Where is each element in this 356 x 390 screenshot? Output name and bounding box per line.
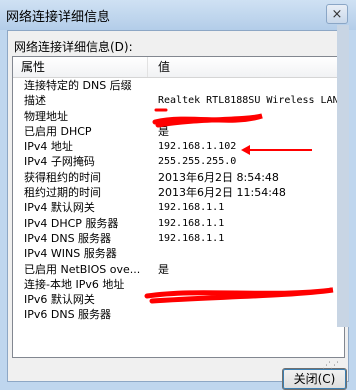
list-header: 属性 值 [13,57,344,78]
list-item[interactable]: IPv4 WINS 服务器 [13,246,344,261]
property-cell: 租约过期的时间 [24,186,101,200]
list-item[interactable]: IPv4 子网掩码 255.255.255.0 [13,154,344,169]
close-icon[interactable]: × [326,4,348,24]
details-label: 网络连接详细信息(D): [14,40,133,54]
property-cell: 获得租约的时间 [24,170,101,184]
list-item[interactable]: IPv4 DNS 服务器 192.168.1.1 [13,231,344,246]
list-item[interactable]: 描述 Realtek RTL8188SU Wireless LAN [13,93,344,108]
property-cell: IPv4 地址 [24,140,73,154]
side-strip [337,25,349,327]
property-cell: 连接特定的 DNS 后缀 [24,79,132,92]
property-cell: 物理地址 [24,109,68,123]
property-cell: 已启用 NetBIOS ove... [24,262,141,276]
property-cell: IPv4 默认网关 [24,201,95,215]
value-cell: 192.168.1.1 [158,202,225,214]
property-cell: 已启用 DHCP [24,124,92,138]
property-cell: IPv4 WINS 服务器 [24,247,117,261]
column-header-property[interactable]: 属性 [13,57,148,77]
property-cell: IPv4 DNS 服务器 [24,231,112,245]
resize-grip-icon[interactable]: ⋰⋰ [322,361,339,371]
details-list[interactable]: 属性 值 连接特定的 DNS 后缀 描述 Realtek RTL8188SU W… [12,56,345,358]
property-cell: IPv4 子网掩码 [24,155,95,169]
value-cell: 255.255.255.0 [158,156,237,168]
list-item[interactable]: 物理地址 [13,109,344,124]
list-item[interactable]: 连接特定的 DNS 后缀 [13,78,344,93]
property-cell: IPv4 DHCP 服务器 [24,216,119,230]
list-item[interactable]: IPv6 默认网关 [13,292,344,307]
list-item[interactable]: IPv4 DHCP 服务器 192.168.1.1 [13,216,344,231]
property-cell: 连接-本地 IPv6 地址 [24,277,125,291]
value-cell: 是 [158,262,169,276]
value-cell: 192.168.1.1 [158,232,225,244]
property-cell: IPv6 DNS 服务器 [24,308,112,322]
property-cell: IPv6 默认网关 [24,293,95,307]
value-cell: 192.168.1.102 [158,141,237,153]
dialog-body: 网络连接详细信息(D): 属性 值 连接特定的 DNS 后缀 描述 Realte… [7,30,349,390]
list-item[interactable]: 租约过期的时间 2013年6月2日 11:54:48 [13,185,344,200]
value-cell: Realtek RTL8188SU Wireless LAN [158,95,339,107]
property-cell: 描述 [24,94,46,108]
list-item[interactable]: 已启用 DHCP 是 [13,124,344,139]
value-cell: 2013年6月2日 11:54:48 [158,186,286,200]
list-item[interactable]: IPv4 地址 192.168.1.102 [13,139,344,154]
network-details-window: 网络连接详细信息 × 网络连接详细信息(D): 属性 值 连接特定的 DNS 后… [0,0,356,390]
value-cell: 2013年6月2日 8:54:48 [158,170,279,184]
list-item[interactable]: IPv6 DNS 服务器 [13,307,344,322]
window-title: 网络连接详细信息 [6,10,111,25]
value-cell: 192.168.1.1 [158,217,225,229]
column-header-value[interactable]: 值 [148,57,344,77]
title-bar[interactable]: 网络连接详细信息 × [0,0,356,30]
list-item[interactable]: IPv4 默认网关 192.168.1.1 [13,200,344,215]
list-item[interactable]: 获得租约的时间 2013年6月2日 8:54:48 [13,170,344,185]
value-cell: 是 [158,124,169,138]
list-item[interactable]: 已启用 NetBIOS ove... 是 [13,262,344,277]
close-button[interactable]: 关闭(C) [282,368,347,390]
list-rows: 连接特定的 DNS 后缀 描述 Realtek RTL8188SU Wirele… [13,78,344,323]
list-item[interactable]: 连接-本地 IPv6 地址 [13,277,344,292]
